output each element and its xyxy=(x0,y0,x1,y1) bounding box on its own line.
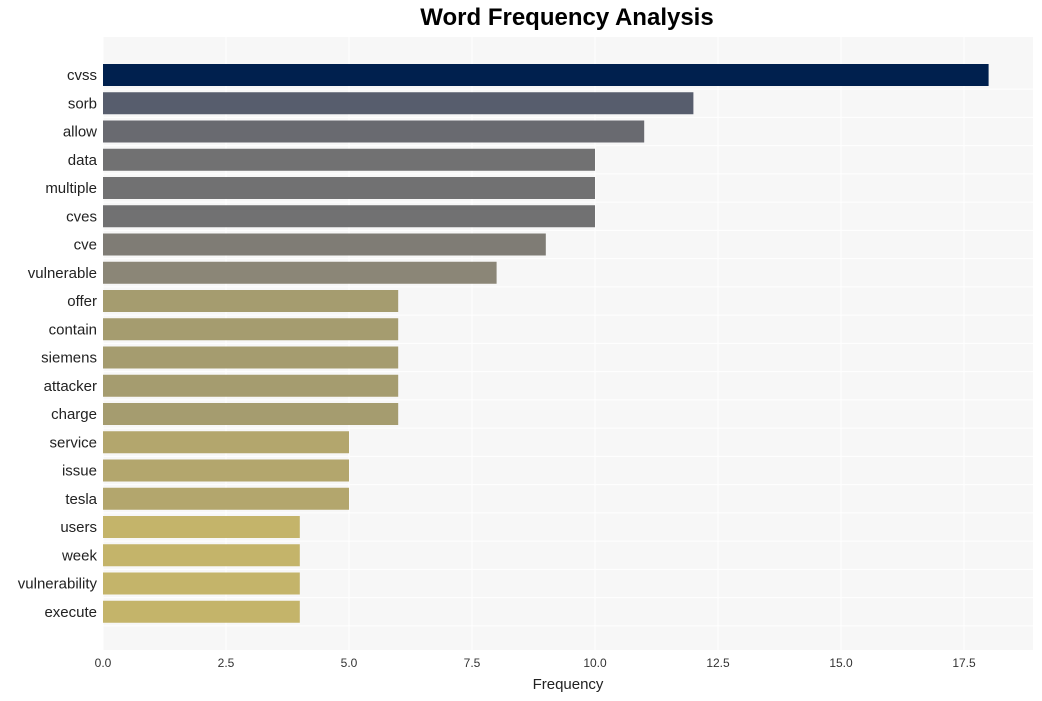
x-tick-label: 5.0 xyxy=(341,656,358,670)
y-tick-label: execute xyxy=(44,604,97,621)
y-tick-label: allow xyxy=(63,124,97,141)
y-tick-label: users xyxy=(60,519,97,536)
y-tick-label: vulnerable xyxy=(28,265,97,282)
bar-vulnerable xyxy=(103,261,497,284)
x-tick-label: 7.5 xyxy=(464,656,481,670)
y-tick-label: data xyxy=(68,152,98,169)
bar-charge xyxy=(103,403,399,425)
x-tick-label: 17.5 xyxy=(952,656,976,670)
x-tick-label: 10.0 xyxy=(583,656,607,670)
x-tick-label: 2.5 xyxy=(218,656,235,670)
bar-users xyxy=(103,516,300,538)
x-tick-label: 0.0 xyxy=(95,656,112,670)
y-tick-label: charge xyxy=(51,406,97,423)
bar-sorb xyxy=(103,92,694,115)
bar-siemens xyxy=(103,346,399,369)
y-tick-label: offer xyxy=(67,293,97,310)
y-tick-label: service xyxy=(49,434,97,451)
y-tick-label: contain xyxy=(49,321,97,338)
y-tick-label: cve xyxy=(74,237,97,254)
bar-offer xyxy=(103,290,399,312)
bar-cvss xyxy=(103,64,989,86)
y-tick-label: cves xyxy=(66,208,97,225)
y-tick-label: sorb xyxy=(68,95,97,112)
bar-week xyxy=(103,544,300,567)
bar-cve xyxy=(103,233,546,256)
y-tick-label: issue xyxy=(62,463,97,480)
bar-tesla xyxy=(103,487,349,510)
x-axis-ticks: 0.0 2.5 5.0 7.5 10.0 12.5 15.0 17.5 xyxy=(95,656,976,670)
bar-multiple xyxy=(103,177,595,199)
bar-attacker xyxy=(103,374,399,397)
y-axis-labels: cvss sorb allow data multiple cves cve vulnerab… xyxy=(18,67,98,621)
x-tick-label: 12.5 xyxy=(706,656,730,670)
bar-issue xyxy=(103,459,349,482)
y-tick-label: week xyxy=(61,547,98,564)
x-axis-label: Frequency xyxy=(533,676,604,693)
bar-execute xyxy=(103,600,300,623)
bar-contain xyxy=(103,318,399,341)
y-tick-label: siemens xyxy=(41,350,97,367)
y-tick-label: multiple xyxy=(45,180,97,197)
x-tick-label: 15.0 xyxy=(829,656,853,670)
bar-vulnerability xyxy=(103,572,300,595)
y-tick-label: cvss xyxy=(67,67,97,84)
bar-service xyxy=(103,431,349,454)
y-tick-label: attacker xyxy=(44,378,97,395)
bar-data xyxy=(103,148,595,171)
y-tick-label: tesla xyxy=(65,491,97,508)
bar-allow xyxy=(103,120,645,143)
bar-cves xyxy=(103,205,595,228)
y-tick-label: vulnerability xyxy=(18,576,98,593)
bar-chart: cvss sorb allow data multiple cves cve vulnerab… xyxy=(18,37,1033,693)
